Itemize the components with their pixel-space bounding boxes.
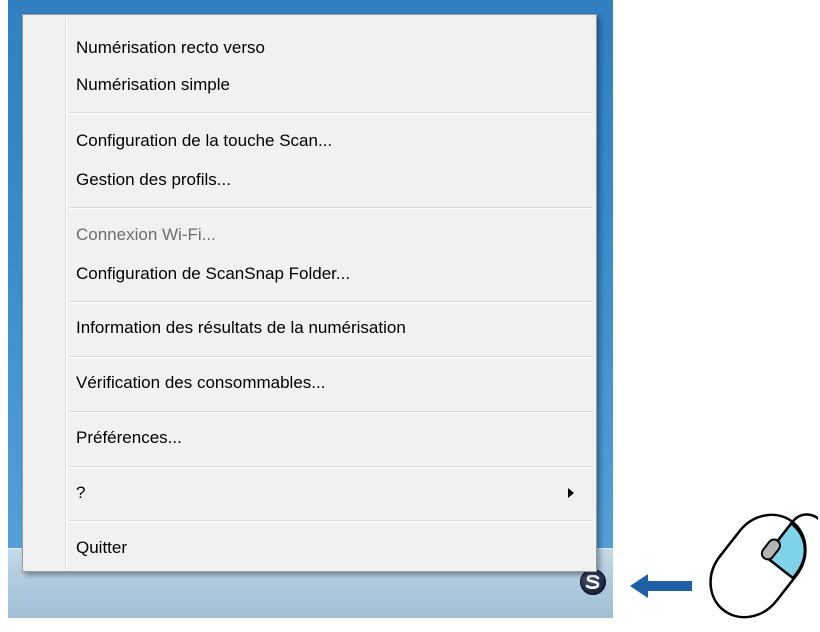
menu-item-scan-results-information[interactable]: Information des résultats de la numérisa…: [25, 311, 594, 345]
menu-separator: [69, 207, 592, 209]
menu-item-duplex-scan[interactable]: Numérisation recto verso: [25, 31, 594, 65]
menu-item-help[interactable]: ?: [25, 476, 594, 510]
scansnap-manager-tray-icon[interactable]: [580, 569, 606, 595]
menu-separator: [69, 520, 592, 522]
menu-item-simplex-scan[interactable]: Numérisation simple: [25, 68, 594, 102]
menu-item-wifi-connection: Connexion Wi-Fi...: [76, 225, 216, 244]
menu-separator: [69, 112, 592, 114]
menu-item-scan-button-settings[interactable]: Configuration de la touche Scan...: [25, 124, 594, 158]
submenu-arrow-icon: [568, 488, 574, 498]
menu-item-check-consumables[interactable]: Vérification des consommables...: [25, 366, 594, 400]
menu-item-preferences[interactable]: Préférences...: [25, 421, 594, 455]
menu-separator: [69, 356, 592, 358]
menu-separator: [69, 411, 592, 413]
menu-item-profile-management[interactable]: Gestion des profils...: [25, 163, 594, 197]
menu-item-scansnap-folder-settings[interactable]: Configuration de ScanSnap Folder...: [25, 257, 594, 291]
menu-separator: [69, 466, 592, 468]
scansnap-context-menu: Numérisation recto verso Numérisation si…: [22, 14, 597, 572]
mouse-right-click-icon: [709, 513, 818, 619]
menu-separator: [69, 301, 592, 303]
menu-item-quit[interactable]: Quitter: [25, 531, 594, 565]
menu-item-help-label: ?: [76, 483, 86, 502]
left-arrow-icon: [630, 574, 692, 598]
scansnap-s-icon: [585, 575, 600, 589]
